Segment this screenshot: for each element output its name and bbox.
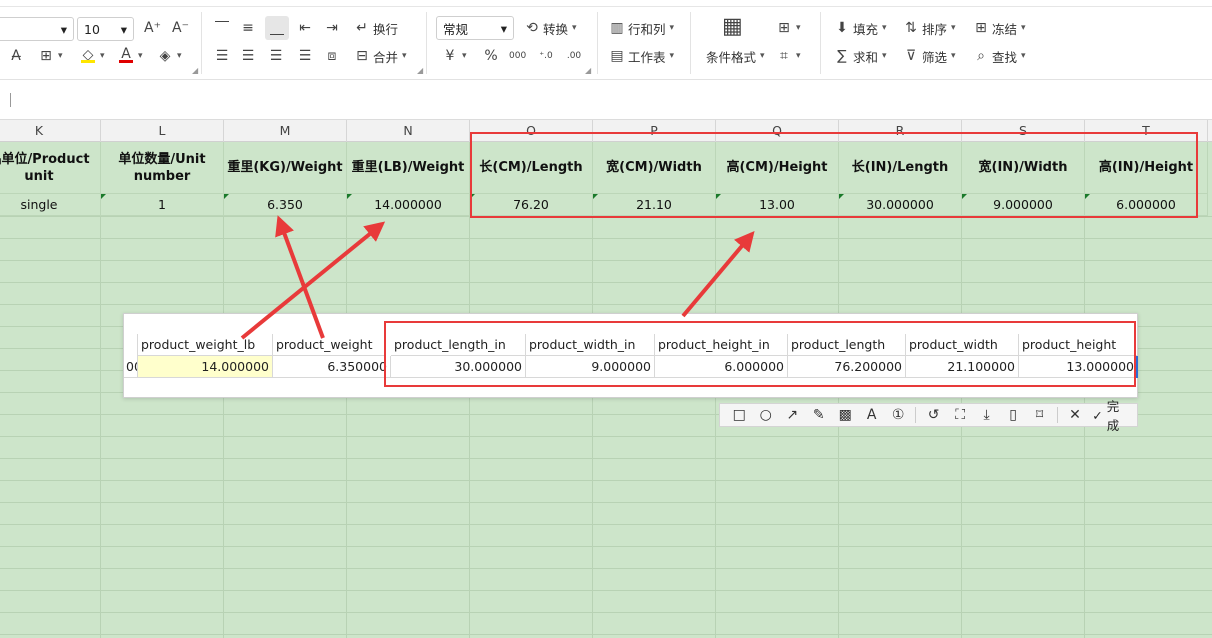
annotation-arrows (240, 215, 755, 340)
arrow-to-weight-lb (240, 221, 386, 340)
arrow-to-dimensions (681, 230, 755, 318)
